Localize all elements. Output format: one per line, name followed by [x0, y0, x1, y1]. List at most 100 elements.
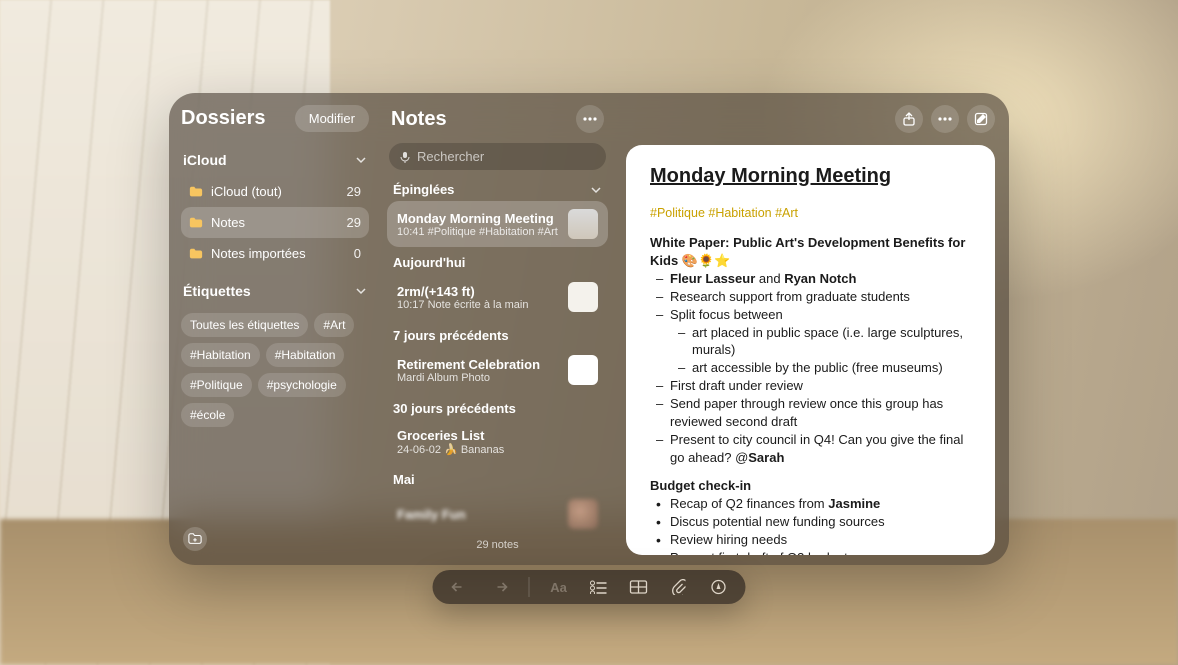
checklist-button[interactable]: [588, 576, 610, 598]
ellipsis-icon: [938, 117, 952, 121]
section-label: 30 jours précédents: [393, 401, 516, 416]
sidebar-title: Dossiers: [181, 107, 266, 130]
folder-count: 29: [347, 184, 361, 199]
folder-name: Notes: [211, 215, 245, 230]
chevron-down-icon: [355, 154, 367, 166]
ellipsis-icon: [583, 117, 597, 121]
section-prev7: 7 jours précédents: [379, 322, 616, 345]
folder-imported[interactable]: Notes importées 0: [181, 238, 369, 269]
share-button[interactable]: [895, 105, 923, 133]
section-label: Épinglées: [393, 182, 454, 197]
compose-icon: [974, 112, 988, 126]
folder-icloud-all[interactable]: iCloud (tout) 29: [181, 176, 369, 207]
list-item: Split focus between: [650, 306, 971, 324]
note-thumbnail: [568, 209, 598, 239]
notes-window: Dossiers Modifier iCloud iCloud (tout) 2…: [169, 93, 1009, 565]
note-subtitle: Mardi Album Photo: [397, 372, 560, 384]
list-item: Discus potential new funding sources: [650, 513, 971, 531]
note-row-monday-meeting[interactable]: Monday Morning Meeting 10:41 #Politique …: [387, 201, 608, 247]
undo-button: [449, 576, 471, 598]
note-title: Groceries List: [397, 428, 598, 443]
note-row-today[interactable]: 2rm/(+143 ft) 10:17 Note écrite à la mai…: [387, 274, 608, 320]
tag-habitation[interactable]: #Habitation: [181, 343, 260, 367]
list-item: First draft under review: [650, 377, 971, 395]
section-pinned[interactable]: Épinglées: [379, 176, 616, 199]
redo-icon: [491, 580, 509, 594]
tag-politique[interactable]: #Politique: [181, 373, 252, 397]
folder-icon: [189, 216, 203, 230]
section-label: Mai: [393, 472, 415, 487]
note-row-family-fun[interactable]: Family Fun: [387, 491, 608, 537]
tag-habitation-2[interactable]: #Habitation: [266, 343, 345, 367]
new-folder-button[interactable]: [183, 527, 207, 551]
table-button[interactable]: [628, 576, 650, 598]
search-field[interactable]: [389, 143, 606, 170]
note-title: 2rm/(+143 ft): [397, 284, 560, 299]
note-content[interactable]: Monday Morning Meeting #Politique #Habit…: [626, 145, 995, 555]
new-folder-icon: [188, 532, 202, 546]
chevron-down-icon: [590, 184, 602, 196]
list-item: Present first draft of Q3 budget: [650, 549, 971, 555]
microphone-icon: [399, 151, 411, 163]
markup-icon: [711, 579, 727, 595]
folders-sidebar: Dossiers Modifier iCloud iCloud (tout) 2…: [169, 93, 379, 565]
note-thumbnail: [568, 282, 598, 312]
undo-icon: [451, 580, 469, 594]
list-item: Review hiring needs: [650, 531, 971, 549]
folder-count: 29: [347, 215, 361, 230]
folder-notes[interactable]: Notes 29: [181, 207, 369, 238]
tag-ecole[interactable]: #école: [181, 403, 234, 427]
note-count-footer: 29 notes: [379, 539, 616, 551]
tag-all[interactable]: Toutes les étiquettes: [181, 313, 308, 337]
notes-list-title: Notes: [391, 108, 447, 131]
section-today: Aujourd'hui: [379, 249, 616, 272]
tags-section-header[interactable]: Étiquettes: [181, 279, 369, 303]
tags-label: Étiquettes: [183, 283, 251, 299]
note-detail-panel: Monday Morning Meeting #Politique #Habit…: [616, 93, 1009, 565]
tag-art[interactable]: #Art: [314, 313, 354, 337]
budget-heading: Budget check-in: [650, 477, 971, 495]
attach-button[interactable]: [668, 576, 690, 598]
format-button: Aa: [548, 576, 570, 598]
search-input[interactable]: [417, 149, 596, 164]
folder-icon: [189, 247, 203, 261]
note-title: Retirement Celebration: [397, 357, 560, 372]
chevron-down-icon: [355, 285, 367, 297]
share-icon: [902, 112, 916, 126]
section-prev30: 30 jours précédents: [379, 395, 616, 418]
list-item: Present to city council in Q4! Can you g…: [650, 431, 971, 467]
note-title: Family Fun: [397, 507, 560, 522]
redo-button: [489, 576, 511, 598]
folder-name: iCloud (tout): [211, 184, 282, 199]
note-row-groceries[interactable]: Groceries List 24-06-02 🍌 Bananas: [387, 420, 608, 464]
note-title: Monday Morning Meeting: [397, 211, 560, 226]
note-subtitle: 24-06-02 🍌 Bananas: [397, 443, 598, 456]
section-label: 7 jours précédents: [393, 328, 509, 343]
tag-psychologie[interactable]: #psychologie: [258, 373, 346, 397]
notes-list-panel: Notes Épinglées Monday Morning Meeting 1…: [379, 93, 616, 565]
white-paper-line: White Paper: Public Art's Development Be…: [650, 234, 971, 270]
list-item: art placed in public space (i.e. large s…: [672, 324, 971, 360]
note-row-retirement[interactable]: Retirement Celebration Mardi Album Photo: [387, 347, 608, 393]
list-item: Research support from graduate students: [650, 288, 971, 306]
format-toolbar: Aa: [433, 570, 746, 604]
note-thumbnail: [568, 355, 598, 385]
detail-more-button[interactable]: [931, 105, 959, 133]
list-item: Fleur Lasseur and Ryan Notch: [650, 270, 971, 288]
toolbar-divider: [529, 577, 530, 597]
edit-button[interactable]: Modifier: [295, 105, 369, 132]
list-item: Recap of Q2 finances from Jasmine: [650, 495, 971, 513]
note-hashtags: #Politique #Habitation #Art: [650, 205, 971, 222]
compose-button[interactable]: [967, 105, 995, 133]
note-heading: Monday Morning Meeting: [650, 163, 971, 191]
list-more-button[interactable]: [576, 105, 604, 133]
paperclip-icon: [672, 579, 686, 595]
note-subtitle: 10:17 Note écrite à la main: [397, 299, 560, 311]
icloud-section-header[interactable]: iCloud: [181, 148, 369, 172]
icloud-label: iCloud: [183, 152, 227, 168]
markup-button[interactable]: [708, 576, 730, 598]
note-subtitle: 10:41 #Politique #Habitation #Art: [397, 226, 560, 238]
list-item: Send paper through review once this grou…: [650, 395, 971, 431]
list-item: art accessible by the public (free museu…: [672, 359, 971, 377]
note-thumbnail: [568, 499, 598, 529]
